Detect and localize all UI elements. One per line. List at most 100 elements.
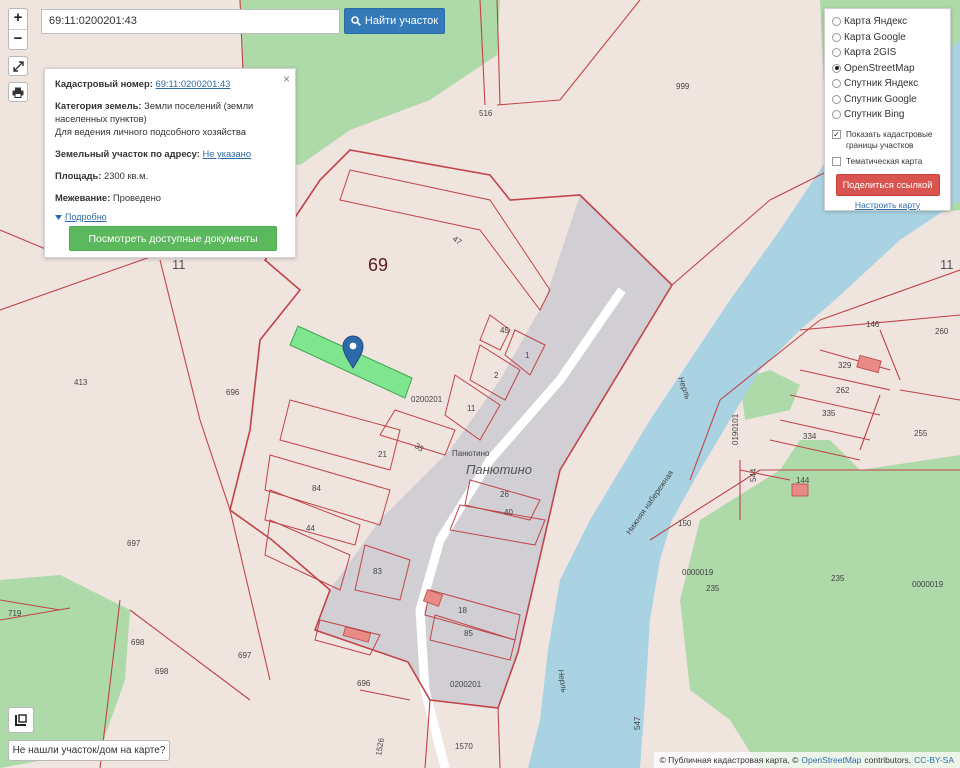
svg-text:547: 547	[633, 716, 642, 730]
area-value: 2300 кв.м.	[103, 170, 149, 181]
svg-text:83: 83	[373, 567, 382, 576]
zoom-control: + −	[8, 8, 28, 50]
address-link[interactable]: Не указано	[202, 148, 251, 159]
svg-text:235: 235	[706, 584, 720, 593]
thematic-map-checkbox[interactable]	[832, 156, 841, 166]
land-category-row: Категория земель: Земли поселений (земли…	[55, 100, 254, 137]
license-link[interactable]: CC-BY-SA	[914, 752, 954, 768]
fullscreen-icon	[12, 60, 24, 72]
parcel-info-card: × Кадастровый номер: 69:11:0200201:43 Ка…	[44, 68, 296, 258]
fullscreen-button[interactable]	[8, 56, 28, 76]
svg-text:1570: 1570	[455, 742, 473, 751]
svg-text:329: 329	[838, 361, 852, 370]
layer-panel: Карта Яндекс Карта Google Карта 2GIS OpenSt…	[824, 8, 951, 211]
land-use-value: Для ведения личного подсобного хозяйства	[55, 126, 246, 137]
area-row: Площадь: 2300 кв.м.	[55, 170, 149, 181]
svg-text:44: 44	[306, 524, 315, 533]
osm-link[interactable]: OpenStreetMap	[801, 752, 861, 768]
svg-text:696: 696	[226, 388, 240, 397]
search-icon	[351, 16, 361, 26]
frame-select-icon	[15, 714, 27, 726]
label-block-0200201-a: 0200201	[411, 395, 443, 404]
svg-text:85: 85	[464, 629, 473, 638]
svg-text:334: 334	[803, 432, 817, 441]
details-toggle[interactable]: Подробно	[55, 212, 285, 222]
layer-option[interactable]: Спутник Bing	[832, 107, 943, 123]
svg-text:698: 698	[155, 667, 169, 676]
address-row: Земельный участок по адресу: Не указано	[55, 148, 252, 159]
layer-radio[interactable]	[832, 17, 841, 27]
svg-text:11: 11	[467, 404, 476, 413]
svg-text:144: 144	[796, 476, 810, 485]
find-parcel-label: Найти участок	[364, 15, 439, 27]
layer-radio[interactable]	[832, 94, 841, 104]
layer-radio[interactable]	[832, 48, 841, 58]
svg-text:40: 40	[504, 508, 513, 517]
label-parcel-69: 69	[368, 255, 388, 275]
configure-map-link[interactable]: Настроить карту	[855, 200, 920, 210]
layer-radio[interactable]	[832, 110, 841, 120]
zoom-in-button[interactable]: +	[9, 9, 27, 29]
not-found-on-map-button[interactable]: Не нашли участок/дом на карте?	[8, 740, 170, 761]
layer-radio[interactable]	[832, 63, 841, 73]
view-documents-button[interactable]: Посмотреть доступные документы	[69, 226, 277, 251]
svg-text:235: 235	[831, 574, 845, 583]
thematic-map-option[interactable]: Тематическая карта	[832, 156, 943, 167]
show-boundaries-checkbox[interactable]: ✓	[832, 129, 841, 139]
layer-option-label: OpenStreetMap	[844, 62, 915, 74]
svg-text:255: 255	[914, 429, 928, 438]
zoom-out-button[interactable]: −	[9, 29, 27, 49]
print-button[interactable]	[8, 82, 28, 102]
layer-option-label: Карта 2GIS	[844, 47, 897, 59]
selection-tool-button[interactable]	[8, 707, 34, 733]
svg-text:18: 18	[458, 606, 467, 615]
layer-option[interactable]: Спутник Google	[832, 92, 943, 108]
survey-row: Межевание: Проведено	[55, 192, 161, 203]
svg-text:84: 84	[312, 484, 321, 493]
layer-radio[interactable]	[832, 32, 841, 42]
svg-text:1: 1	[525, 351, 530, 360]
layer-option-label: Карта Яндекс	[844, 16, 908, 28]
svg-text:698: 698	[131, 638, 145, 647]
base-layer-options: Карта Яндекс Карта Google Карта 2GIS OpenSt…	[832, 14, 943, 123]
svg-text:544: 544	[749, 468, 758, 482]
svg-text:45: 45	[500, 326, 509, 335]
label-block-11-left: 11	[172, 257, 186, 272]
label-block-0000019-a: 0000019	[682, 568, 714, 577]
cadastral-number-link[interactable]: 69:11:0200201:43	[155, 78, 230, 89]
survey-value: Проведено	[112, 192, 161, 203]
find-parcel-button[interactable]: Найти участок	[344, 8, 445, 34]
map-attribution: © Публичная кадастровая карта, © OpenStr…	[653, 752, 960, 768]
share-link-button[interactable]: Поделиться ссылкой	[835, 173, 940, 196]
layer-option[interactable]: OpenStreetMap	[832, 61, 943, 77]
label-block-11-right: 11	[940, 257, 954, 272]
svg-text:26: 26	[500, 490, 509, 499]
close-icon[interactable]: ×	[283, 72, 290, 86]
label-block-0190101: 0190101	[731, 413, 740, 445]
label-village-large: Панютино	[466, 462, 532, 477]
layer-option-label: Карта Google	[844, 31, 906, 43]
label-block-0000019-b: 0000019	[912, 580, 944, 589]
svg-text:262: 262	[836, 386, 850, 395]
layer-option[interactable]: Карта Google	[832, 30, 943, 46]
print-icon	[12, 87, 24, 98]
svg-text:696: 696	[357, 679, 371, 688]
layer-option[interactable]: Спутник Яндекс	[832, 76, 943, 92]
caret-down-icon	[55, 214, 62, 220]
svg-text:999: 999	[676, 82, 690, 91]
layer-option-label: Спутник Bing	[844, 109, 905, 121]
label-block-0200201-b: 0200201	[450, 680, 482, 689]
layer-option-label: Спутник Google	[844, 93, 917, 105]
layer-option[interactable]: Карта 2GIS	[832, 45, 943, 61]
cadastral-search-input[interactable]: 69:11:0200201:43	[41, 9, 340, 34]
svg-text:697: 697	[127, 539, 141, 548]
svg-text:697: 697	[238, 651, 252, 660]
svg-text:21: 21	[378, 450, 387, 459]
svg-text:2: 2	[494, 371, 499, 380]
svg-text:516: 516	[479, 109, 493, 118]
svg-text:335: 335	[822, 409, 836, 418]
layer-radio[interactable]	[832, 79, 841, 89]
show-boundaries-option[interactable]: ✓ Показать кадастровые границы участков	[832, 129, 943, 151]
svg-text:719: 719	[8, 609, 22, 618]
layer-option[interactable]: Карта Яндекс	[832, 14, 943, 30]
